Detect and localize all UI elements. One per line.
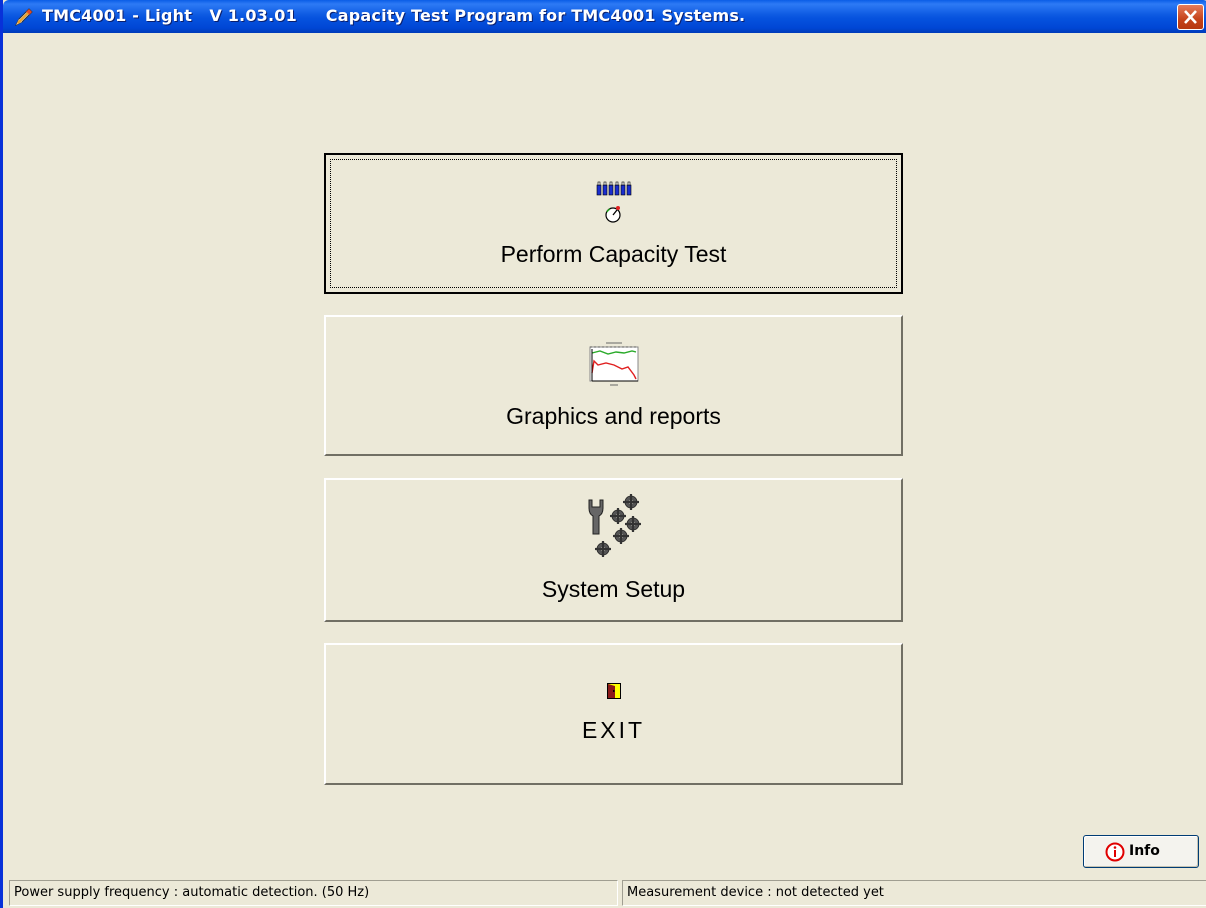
title-bar[interactable]: TMC4001 - Light V 1.03.01 Capacity Test … bbox=[3, 0, 1206, 33]
info-button[interactable]: Info bbox=[1083, 835, 1199, 868]
graphics-and-reports-label: Graphics and reports bbox=[506, 403, 721, 429]
perform-capacity-test-label: Perform Capacity Test bbox=[500, 241, 727, 267]
exit-button[interactable]: EXIT bbox=[324, 643, 903, 785]
exit-label: EXIT bbox=[581, 717, 646, 743]
window-title: TMC4001 - Light V 1.03.01 Capacity Test … bbox=[42, 6, 746, 25]
door-exit-icon bbox=[606, 683, 621, 699]
status-bar: Power supply frequency : automatic detec… bbox=[6, 878, 1206, 908]
status-power-supply: Power supply frequency : automatic detec… bbox=[9, 880, 618, 906]
main-window: TMC4001 - Light V 1.03.01 Capacity Test … bbox=[0, 0, 1206, 908]
pencil-app-icon bbox=[14, 8, 33, 27]
info-icon bbox=[1105, 842, 1125, 862]
chart-icon bbox=[589, 342, 638, 386]
system-setup-label: System Setup bbox=[541, 576, 686, 602]
close-x-icon bbox=[1184, 10, 1197, 24]
close-button[interactable] bbox=[1177, 4, 1204, 30]
wrench-gears-icon bbox=[588, 494, 641, 557]
info-label: Info bbox=[1129, 843, 1160, 859]
perform-capacity-test-button[interactable]: Perform Capacity Test bbox=[324, 153, 903, 294]
battery-gauge-icon bbox=[596, 181, 631, 223]
graphics-and-reports-button[interactable]: Graphics and reports bbox=[324, 315, 903, 456]
system-setup-button[interactable]: System Setup bbox=[324, 478, 903, 622]
status-measurement-device: Measurement device : not detected yet bbox=[622, 880, 1206, 906]
